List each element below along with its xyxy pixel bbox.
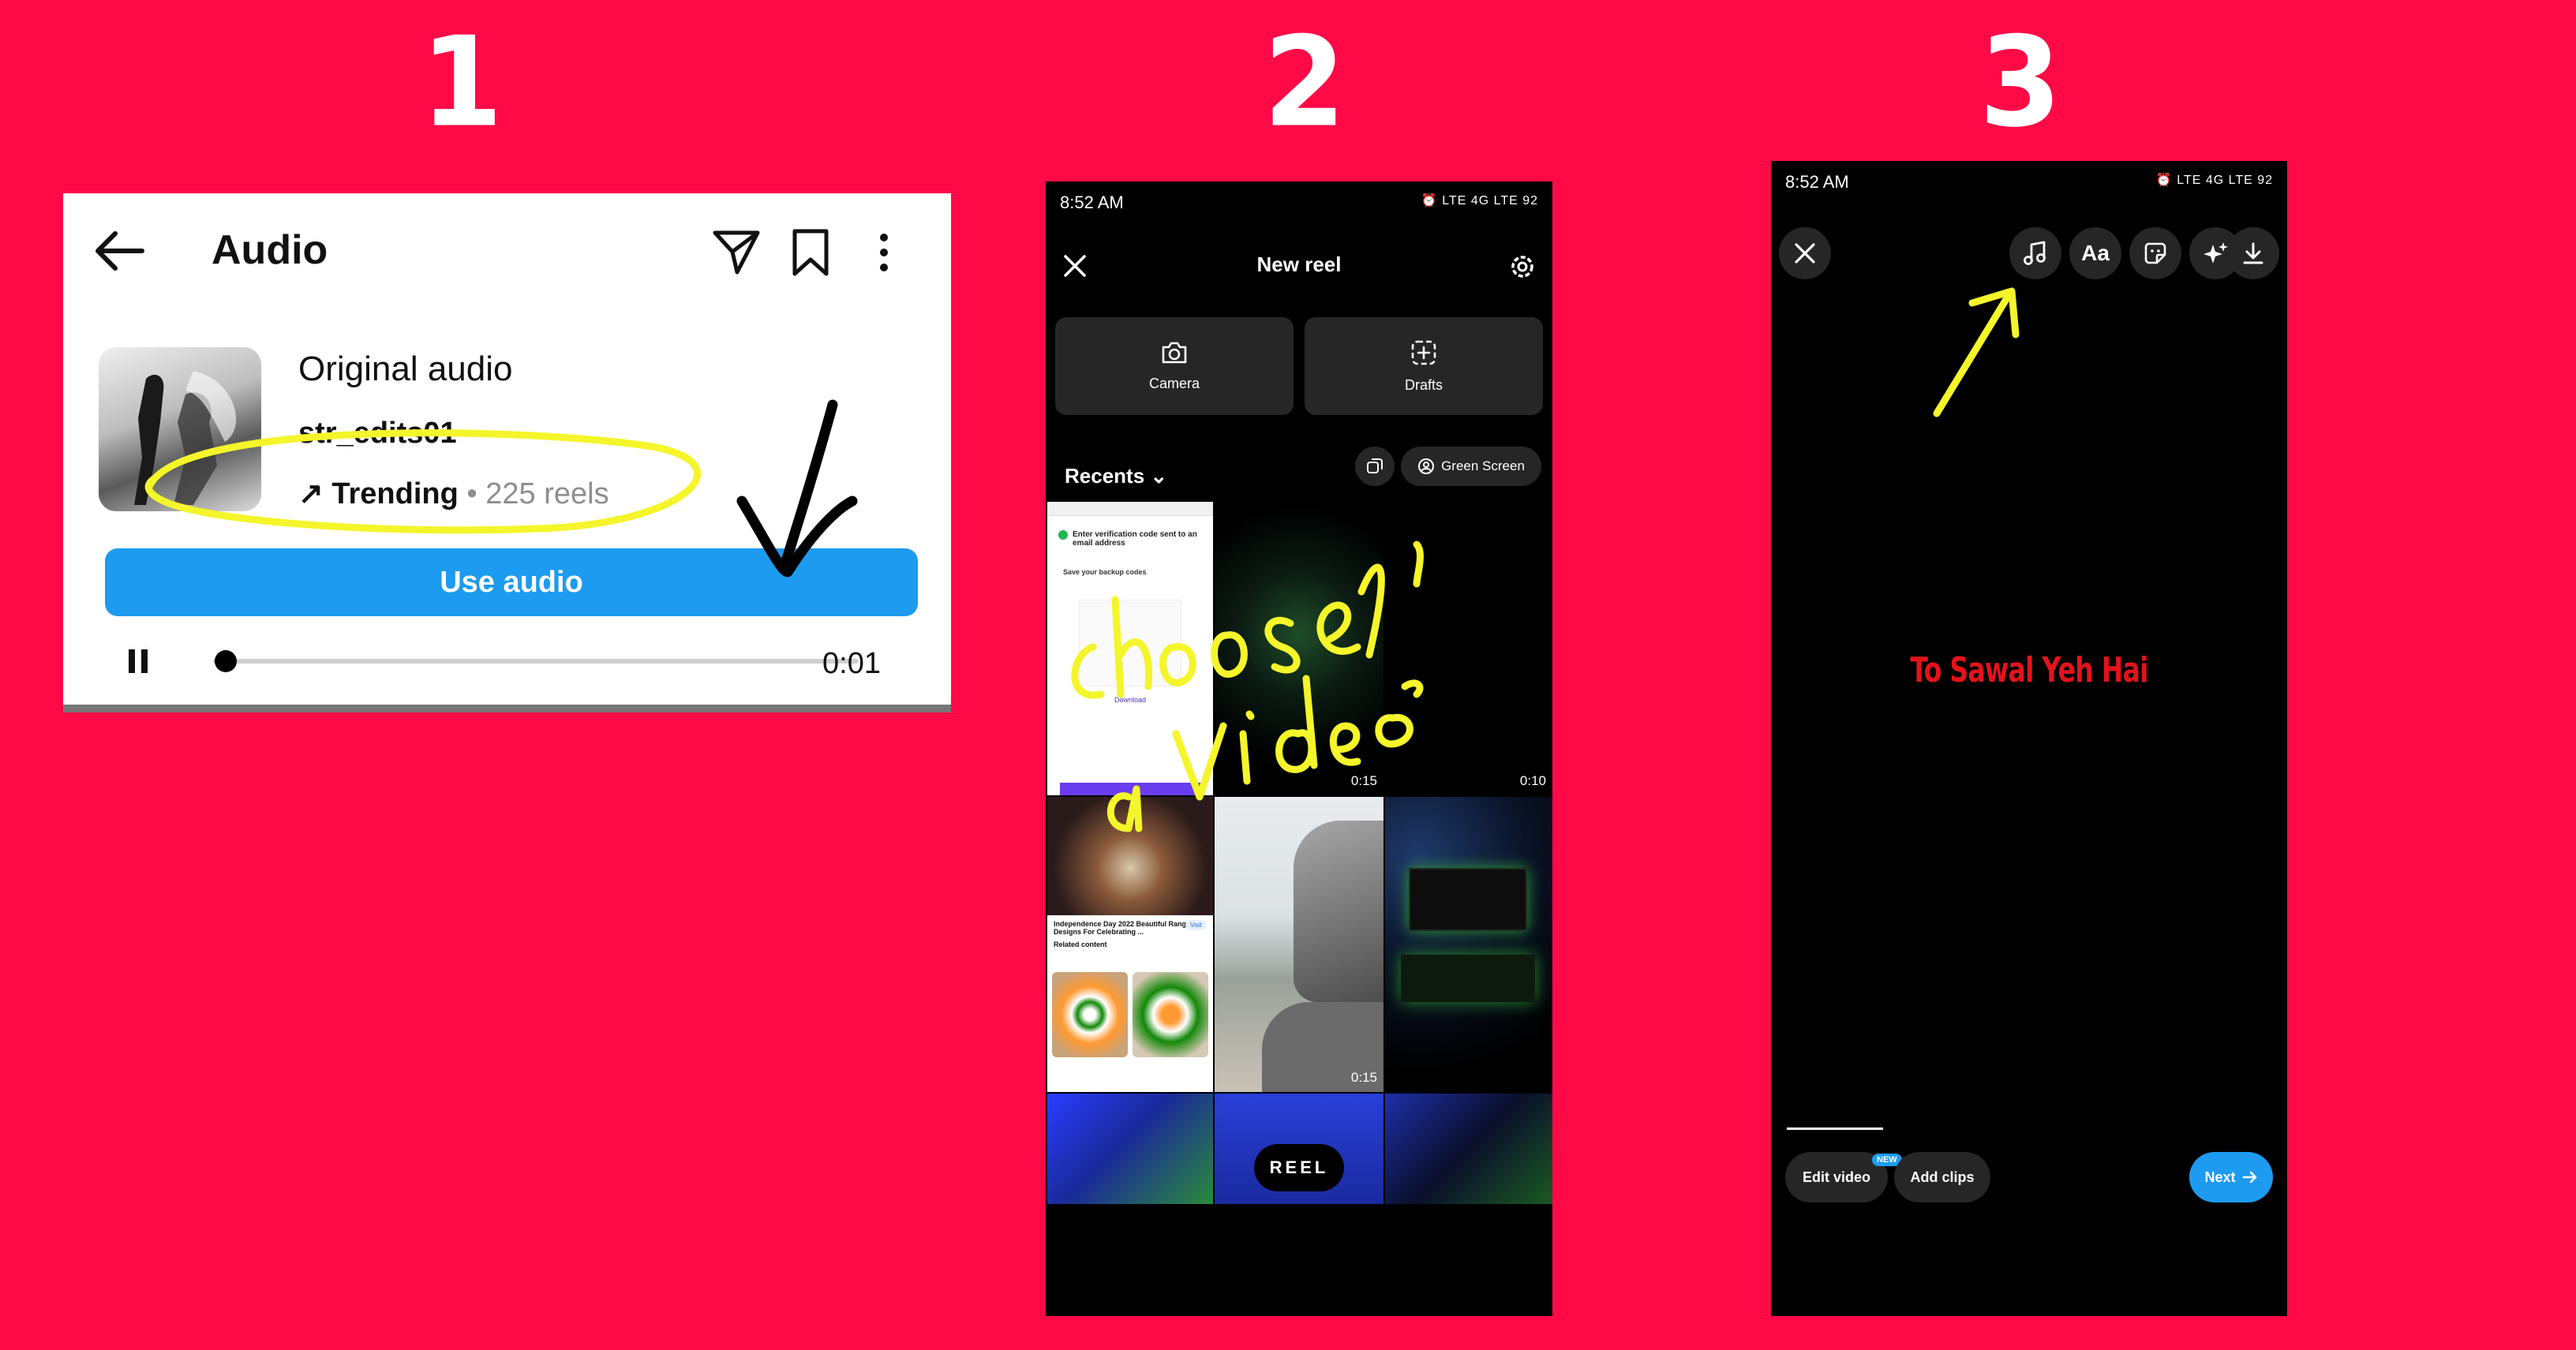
multi-select-button[interactable] [1355,447,1395,486]
sticker-button[interactable] [2129,227,2181,279]
download-icon [2243,242,2263,264]
step-number-3: 3 [1979,10,2062,155]
audio-cover-image [99,347,261,511]
tab-indicator-bar [63,705,951,712]
reels-count: • 225 reels [458,477,609,510]
related-text: Related content [1054,941,1107,948]
media-thumb-screenshot[interactable]: Enter verification code sent to an email… [1047,502,1213,795]
backup-text: Save your backup codes [1063,568,1147,576]
music-note-icon [2024,241,2046,265]
playback-time: 0:01 [822,647,881,680]
media-thumb-man-outdoor[interactable]: 0:15 [1215,797,1383,1092]
chevron-down-icon: ⌄ [1150,464,1168,488]
audio-username[interactable]: str_edits01 [298,417,457,451]
camera-label: Camera [1148,375,1200,391]
audio-page-panel: Audio Original audio str_edits01 ↗ Trend… [63,193,951,712]
playback-slider[interactable] [213,659,859,664]
media-thumb-monitor-dark[interactable] [1385,1094,1552,1204]
download-button[interactable] [2227,227,2279,279]
bookmark-icon[interactable] [791,228,830,277]
trending-label: ↗ Trending [298,477,459,510]
video-duration: 0:15 [1350,1070,1377,1085]
header-title: New reel [1256,252,1342,276]
recents-label: Recents [1065,464,1145,488]
visit-text: Visit [1185,920,1207,930]
effects-sparkle-icon [2203,242,2228,264]
music-button[interactable] [2009,227,2061,279]
arrow-right-icon [2242,1171,2256,1184]
drafts-icon [1411,340,1436,365]
status-time: 8:52 AM [1060,193,1124,212]
drafts-tile[interactable]: Drafts [1305,317,1543,415]
next-button[interactable]: Next [2189,1152,2273,1202]
video-duration: 0:10 [1519,773,1546,788]
playback-knob[interactable] [215,650,238,672]
video-caption-text: To Sawal Yeh Hai [1910,650,2148,690]
arrow-annotation [1933,287,2020,417]
next-label: Next [2204,1169,2236,1185]
use-audio-button[interactable]: Use audio [105,548,918,616]
media-thumb-rangoli[interactable]: Independence Day 2022 Beautiful Rangoli … [1047,797,1213,1092]
status-icons: ⏰ LTE 4G LTE 92 [1421,194,1538,208]
settings-gear-icon[interactable] [1508,252,1537,281]
media-thumb-video-black[interactable]: 0:10 [1385,502,1552,795]
reel-mode-pill[interactable]: REEL [1254,1144,1344,1191]
step-number-1: 1 [420,10,504,155]
add-clips-button[interactable]: Add clips [1894,1152,1990,1202]
new-reel-panel: 8:52 AM ⏰ LTE 4G LTE 92 New reel Camera … [1046,181,1552,1316]
green-screen-icon [1418,458,1435,474]
timeline-progress-line [1787,1127,1883,1130]
send-icon[interactable] [712,228,761,275]
status-icons: ⏰ LTE 4G LTE 92 [2155,174,2273,187]
pause-icon[interactable] [128,649,148,673]
close-button[interactable] [1779,227,1831,279]
multi-select-icon [1367,458,1383,473]
camera-tile[interactable]: Camera [1055,317,1294,415]
audio-name: Original audio [298,350,513,388]
close-icon [1795,243,1815,264]
verify-text: Enter verification code sent to an email… [1073,530,1197,548]
step-number-2: 2 [1263,10,1346,155]
media-thumb-monitor-green[interactable] [1385,797,1552,1092]
camera-icon [1162,342,1187,363]
media-thumb-video-dark[interactable]: 0:15 [1215,502,1383,795]
page-title: Audio [212,227,328,273]
back-arrow-icon[interactable] [93,229,145,273]
media-thumb-blue-room[interactable] [1047,1094,1213,1204]
trending-line: ↗ Trending • 225 reels [298,476,609,511]
video-duration: 0:15 [1350,773,1377,788]
green-screen-button[interactable]: Green Screen [1401,447,1541,486]
drafts-label: Drafts [1404,376,1443,393]
sticker-icon [2144,242,2166,264]
text-button[interactable]: Aa [2069,227,2121,279]
more-vertical-icon[interactable] [878,233,890,272]
recents-dropdown[interactable]: Recents ⌄ [1065,464,1167,488]
status-time: 8:52 AM [1785,172,1849,192]
text-aa-icon: Aa [2081,241,2110,265]
download-text: Download [1114,696,1147,704]
reel-editor-panel: 8:52 AM ⏰ LTE 4G LTE 92 Aa To Sawal Yeh … [1771,161,2287,1316]
green-screen-label: Green Screen [1441,458,1525,473]
